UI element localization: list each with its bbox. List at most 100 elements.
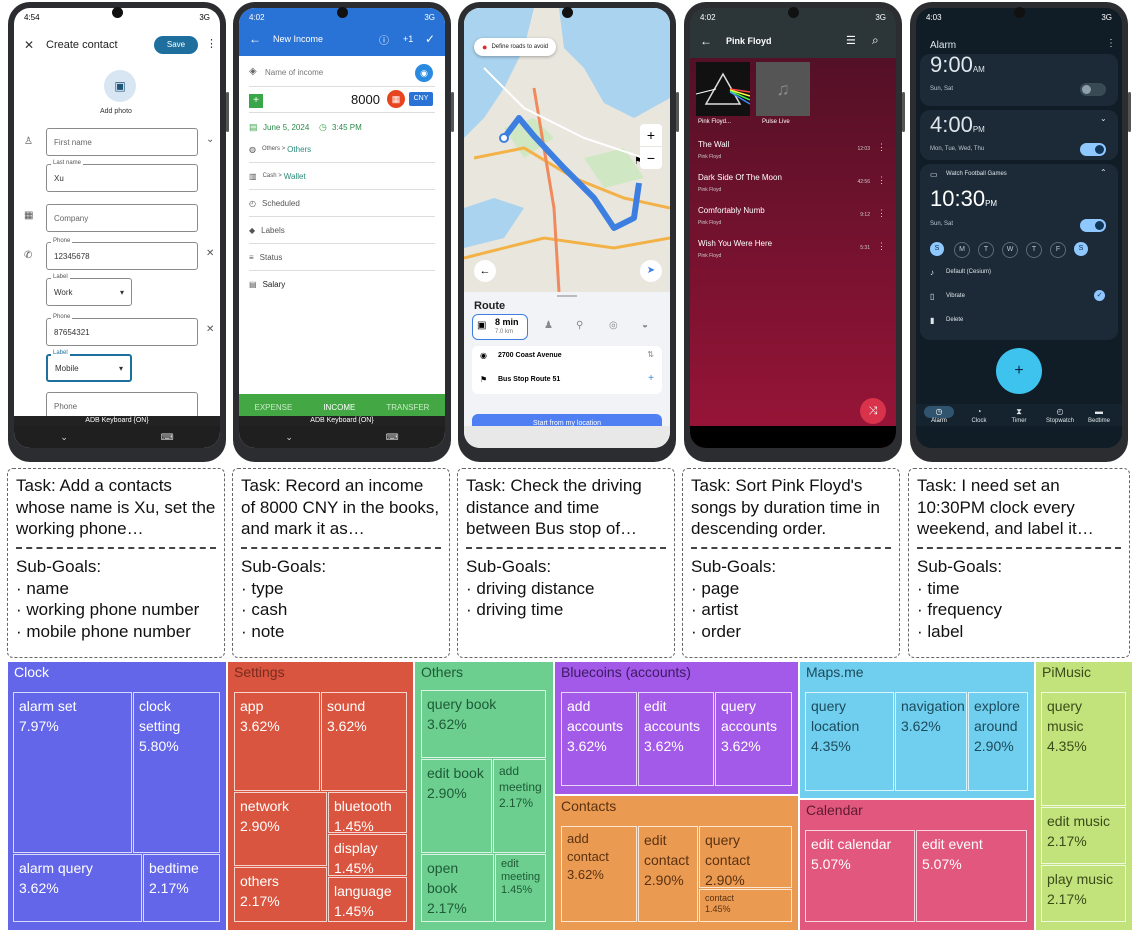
shuffle-button[interactable]: ⤨ <box>860 398 886 424</box>
plus-one-button[interactable]: +1 <box>403 34 413 44</box>
zoom-in-button[interactable]: + <box>640 124 662 146</box>
tab-transfer[interactable]: TRANSFER <box>386 403 429 412</box>
nav-back-icon[interactable]: ⌄ <box>285 432 293 443</box>
subgoal-item: · working phone number <box>16 600 200 619</box>
save-button[interactable]: Save <box>154 36 198 54</box>
day-sun[interactable]: S <box>930 242 944 256</box>
transit-mode-icon[interactable]: ◎ <box>609 320 618 331</box>
alarm-0-days: Sun, Sat <box>930 86 954 92</box>
alarm-card-1[interactable]: 4:00PM ⌄ Mon, Tue, Wed, Thu <box>920 110 1118 160</box>
song-row[interactable]: Dark Side Of The Moon Pink Floyd 42:56 ⋮ <box>690 169 896 201</box>
tab-income[interactable]: INCOME <box>323 403 355 412</box>
last-name-field[interactable]: Xu <box>46 164 198 192</box>
ringtone-label[interactable]: Default (Cesium) <box>946 269 991 275</box>
taxi-mode-icon[interactable]: ◒ <box>642 320 648 331</box>
song-row[interactable]: Wish You Were Here Pink Floyd 5:31 ⋮ <box>690 235 896 267</box>
tile-value: 3.62% <box>240 718 280 734</box>
nav-keyboard-icon[interactable]: ⌨ <box>161 432 174 443</box>
my-location-icon[interactable]: ➤ <box>640 260 662 282</box>
company-field[interactable]: Company <box>46 204 198 232</box>
day-thu[interactable]: T <box>1026 242 1042 258</box>
category-row[interactable]: ◍ Others > Others <box>249 136 435 163</box>
treemap-tile: edit book 2.90% <box>421 759 492 853</box>
car-mode-tab[interactable]: ▣ 8 min 7.0 km <box>472 314 528 340</box>
day-tue[interactable]: T <box>978 242 994 258</box>
drag-handle[interactable] <box>557 295 577 297</box>
day-wed[interactable]: W <box>1002 242 1018 258</box>
alarm-card-2[interactable]: ▭ Watch Football Games ⌃ 10:30PM Sun, Sa… <box>920 164 1118 340</box>
back-arrow-icon[interactable]: ← <box>474 260 496 282</box>
back-arrow-icon[interactable]: ← <box>249 32 261 46</box>
calculator-icon[interactable]: ▦ <box>387 90 405 108</box>
more-icon[interactable]: ⋮ <box>877 142 886 153</box>
more-icon[interactable]: ⋮ <box>206 37 217 50</box>
collapse-icon[interactable]: ⌃ <box>1100 168 1107 177</box>
time-value[interactable]: 3:45 PM <box>332 123 362 132</box>
song-row[interactable]: Comfortably Numb Pink Floyd 9:12 ⋮ <box>690 202 896 234</box>
plus-sign-icon[interactable]: + <box>249 94 263 108</box>
alarm-card-0[interactable]: 9:00AM Sun, Sat <box>920 52 1118 106</box>
day-sat[interactable]: S <box>1074 242 1088 256</box>
status-row[interactable]: ≡ Status <box>249 244 435 271</box>
more-icon[interactable]: ⋮ <box>1106 38 1116 49</box>
nav-back-icon[interactable]: ⌄ <box>60 432 68 443</box>
album-cover-1[interactable] <box>696 62 750 116</box>
alarm-0-time: 9:00AM <box>930 52 985 78</box>
date-value[interactable]: June 5, 2024 <box>263 123 309 132</box>
labels-row[interactable]: ◆ Labels <box>249 217 435 244</box>
account-row[interactable]: ▥ Cash > Wallet <box>249 163 435 190</box>
nav-keyboard-icon[interactable]: ⌨ <box>386 432 399 443</box>
add-stop-icon[interactable]: + <box>648 373 654 384</box>
from-location[interactable]: 2700 Coast Avenue <box>498 352 562 359</box>
bike-mode-icon[interactable]: ⚲ <box>576 320 583 331</box>
expand-icon[interactable]: ⌄ <box>1100 114 1107 123</box>
currency-button[interactable]: CNY <box>409 92 433 106</box>
day-mon[interactable]: M <box>954 242 970 258</box>
back-arrow-icon[interactable]: ← <box>700 34 712 48</box>
phone-2-field[interactable]: 87654321 <box>46 318 198 346</box>
to-location[interactable]: Bus Stop Route 51 <box>498 376 560 383</box>
note-row[interactable]: ▤ Salary <box>249 271 435 297</box>
help-icon[interactable]: ⓘ <box>379 32 389 47</box>
define-roads-chip[interactable]: ● Define roads to avoid <box>474 38 557 56</box>
remove-phone-2-icon[interactable]: ✕ <box>206 324 214 335</box>
walk-mode-icon[interactable]: ♟ <box>544 320 553 331</box>
more-icon[interactable]: ⋮ <box>877 241 886 252</box>
scheduled-row[interactable]: ◴ Scheduled <box>249 190 435 217</box>
camera-icon[interactable]: ◉ <box>415 64 433 82</box>
amount-value[interactable]: 8000 <box>351 92 380 107</box>
search-icon[interactable]: ⌕ <box>872 33 879 48</box>
alarm-0-toggle[interactable] <box>1080 83 1106 96</box>
subgoal-item: · artist <box>691 600 739 619</box>
first-name-field[interactable]: First name <box>46 128 198 156</box>
vibrate-checkbox[interactable]: ✓ <box>1094 290 1105 301</box>
song-row[interactable]: The Wall Pink Floyd 12:03 ⋮ <box>690 136 896 168</box>
tile-label: query contact <box>705 832 751 868</box>
add-alarm-button[interactable]: + <box>996 348 1042 394</box>
alarm-1-toggle[interactable] <box>1080 143 1106 156</box>
remove-phone-1-icon[interactable]: ✕ <box>206 248 214 259</box>
alarm-2-label[interactable]: Watch Football Games <box>946 171 1007 177</box>
phone-1-field[interactable]: 12345678 <box>46 242 198 270</box>
treemap-tile: open book 2.17% <box>421 854 494 922</box>
treemap-tile: play music 2.17% <box>1041 865 1126 922</box>
sort-icon[interactable]: ☰ <box>846 34 856 47</box>
subgoal-item: · cash <box>241 600 288 619</box>
swap-icon[interactable]: ⇅ <box>647 350 654 359</box>
label-2-select[interactable]: Mobile ▾ <box>46 354 132 382</box>
label-1-select[interactable]: Work ▾ <box>46 278 132 306</box>
album-cover-2[interactable]: ♫ <box>756 62 810 116</box>
more-icon[interactable]: ⋮ <box>877 175 886 186</box>
delete-button[interactable]: Delete <box>946 317 963 323</box>
name-input[interactable]: Name of income <box>265 68 323 77</box>
zoom-out-button[interactable]: − <box>640 147 662 169</box>
chevron-down-icon[interactable]: ⌄ <box>206 134 214 145</box>
more-icon[interactable]: ⋮ <box>877 208 886 219</box>
treemap-tile: add contact 3.62% <box>561 826 637 922</box>
tab-expense[interactable]: EXPENSE <box>255 403 293 412</box>
add-photo-button[interactable]: ▣ <box>104 70 136 102</box>
confirm-icon[interactable]: ✓ <box>425 32 435 46</box>
alarm-2-toggle[interactable] <box>1080 219 1106 232</box>
day-fri[interactable]: F <box>1050 242 1066 258</box>
close-icon[interactable]: ✕ <box>24 38 34 52</box>
